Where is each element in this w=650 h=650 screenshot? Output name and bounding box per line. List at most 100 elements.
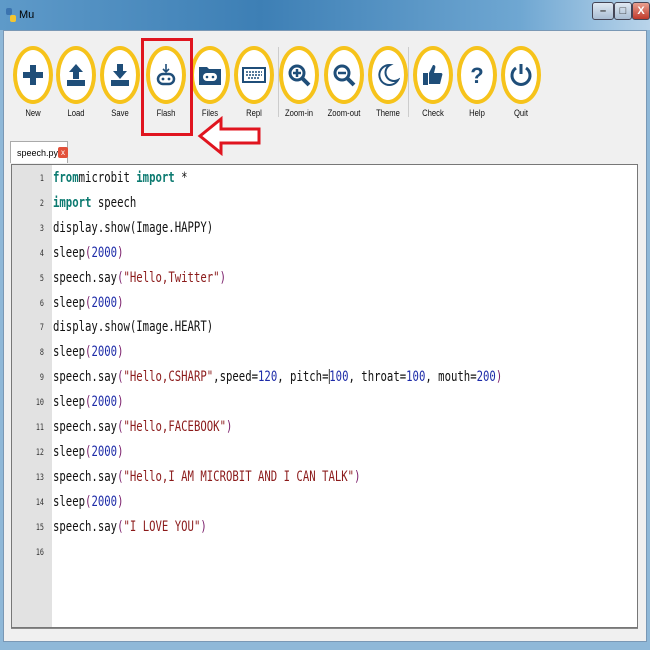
code-token: "I LOVE YOU"	[123, 518, 201, 535]
power-icon	[510, 64, 532, 86]
save-button-circle	[100, 46, 140, 104]
line-number: 8	[39, 348, 44, 359]
code-token: )	[117, 443, 124, 460]
code-text: sleep(2000)	[53, 295, 123, 311]
new-button[interactable]: New	[11, 46, 55, 118]
code-token: )	[117, 394, 124, 411]
svg-text:?: ?	[470, 63, 483, 87]
code-token: "Hello,I AM MICROBIT AND I CAN TALK"	[123, 468, 355, 485]
question-icon: ?	[470, 63, 483, 87]
code-line: 1 frommicrobit import *	[12, 167, 632, 192]
code-text: speech.say("Hello,I AM MICROBIT AND I CA…	[53, 469, 361, 485]
code-line: 5 speech.say("Hello,Twitter")	[12, 267, 632, 292]
code-token: 2000	[91, 244, 118, 261]
code-line: 12 sleep(2000)	[12, 441, 632, 466]
upload-icon	[67, 64, 85, 86]
plus-icon	[23, 65, 43, 85]
code-token: ,speed=	[213, 369, 259, 386]
line-number: 5	[39, 273, 44, 284]
code-token: from	[53, 170, 79, 186]
code-token: sleep	[53, 394, 86, 411]
help-label: Help	[469, 108, 485, 118]
code-text: speech.say("I LOVE YOU")	[53, 519, 207, 535]
code-token: 100	[329, 369, 349, 386]
check-button[interactable]: Check	[411, 46, 455, 118]
code-token: speech.say	[53, 518, 118, 535]
minimize-button[interactable]: –	[592, 2, 614, 20]
code-text: speech.say("Hello,FACEBOOK")	[53, 419, 232, 435]
tab-speech-py[interactable]: speech.py * x	[10, 141, 68, 163]
code-token: 120	[258, 369, 278, 386]
repl-button-circle	[234, 46, 274, 104]
save-button[interactable]: Save	[98, 46, 142, 118]
code-text: sleep(2000)	[53, 245, 123, 261]
new-label: New	[25, 108, 41, 118]
thumbs-up-icon	[423, 65, 443, 85]
files-button-circle	[190, 46, 230, 104]
zoom-in-button[interactable]: Zoom-in	[277, 46, 321, 118]
repl-button[interactable]: Repl	[232, 46, 276, 118]
help-button[interactable]: ? Help	[455, 46, 499, 118]
code-token: 2000	[91, 394, 118, 411]
code-token: )	[117, 294, 124, 311]
load-button-circle	[56, 46, 96, 104]
code-token: , pitch=	[277, 369, 329, 386]
code-token: import	[53, 194, 92, 211]
code-token: )	[219, 269, 226, 286]
line-number: 3	[39, 223, 44, 234]
save-label: Save	[111, 108, 129, 118]
tab-label: speech.py *	[17, 148, 65, 158]
code-line: 14 sleep(2000)	[12, 491, 632, 516]
code-token: "Hello,Twitter"	[123, 269, 220, 286]
quit-button[interactable]: Quit	[499, 46, 543, 118]
keyboard-icon	[242, 67, 266, 83]
load-button[interactable]: Load	[54, 46, 98, 118]
code-text: frommicrobit import *	[53, 170, 188, 186]
close-button[interactable]: X	[632, 2, 650, 20]
flash-highlight-box	[141, 38, 193, 136]
code-token: )	[117, 244, 124, 261]
code-line: 6 sleep(2000)	[12, 292, 632, 317]
code-text: sleep(2000)	[53, 494, 123, 510]
code-text: speech.say("Hello,Twitter")	[53, 270, 226, 286]
code-token: speech.say	[53, 369, 118, 386]
help-button-circle: ?	[457, 46, 497, 104]
code-line: 3 display.show(Image.HAPPY)	[12, 217, 632, 242]
code-token: display.show(Image.HEART)	[53, 319, 214, 336]
theme-label: Theme	[376, 108, 400, 118]
code-line: 9 speech.say("Hello,CSHARP",speed=120, pi…	[12, 366, 632, 391]
code-token: 100	[406, 369, 426, 386]
python-logo-icon	[6, 8, 16, 22]
code-line: 16	[12, 541, 632, 566]
maximize-button[interactable]: □	[614, 2, 632, 20]
code-token: )	[354, 468, 361, 485]
main-window: New Load Save Flash Files Repl Zoom-in Zoom-out…	[3, 30, 647, 642]
load-label: Load	[67, 108, 85, 118]
files-button[interactable]: Files	[188, 46, 232, 118]
zoom-out-button[interactable]: Zoom-out	[322, 46, 366, 118]
code-text: sleep(2000)	[53, 444, 123, 460]
code-token: speech.say	[53, 269, 118, 286]
code-token: sleep	[53, 244, 86, 261]
toolbar-separator	[408, 47, 409, 117]
code-text: display.show(Image.HEART)	[53, 319, 213, 335]
code-token: 2000	[91, 294, 118, 311]
toolbar-separator	[278, 47, 279, 117]
code-text: sleep(2000)	[53, 344, 123, 360]
code-token: "Hello,FACEBOOK"	[123, 419, 226, 435]
line-number: 9	[39, 373, 44, 384]
title-bar: Mu – □ X	[0, 0, 650, 30]
tab-close-icon[interactable]: x	[58, 147, 68, 158]
code-token: )	[117, 493, 124, 510]
code-token: )	[495, 369, 503, 386]
code-line: 7 display.show(Image.HEART)	[12, 316, 632, 341]
line-number: 4	[39, 248, 44, 259]
code-token: 2000	[91, 443, 118, 460]
theme-button-circle	[368, 46, 408, 104]
code-token: speech.say	[53, 468, 118, 485]
code-token: microbit	[78, 170, 137, 186]
code-line: 2 import speech	[12, 192, 632, 217]
code-editor[interactable]: 1 frommicrobit import * 2 import speech 3 dis…	[11, 164, 638, 628]
theme-button[interactable]: Theme	[366, 46, 410, 118]
zoom-out-button-circle	[324, 46, 364, 104]
